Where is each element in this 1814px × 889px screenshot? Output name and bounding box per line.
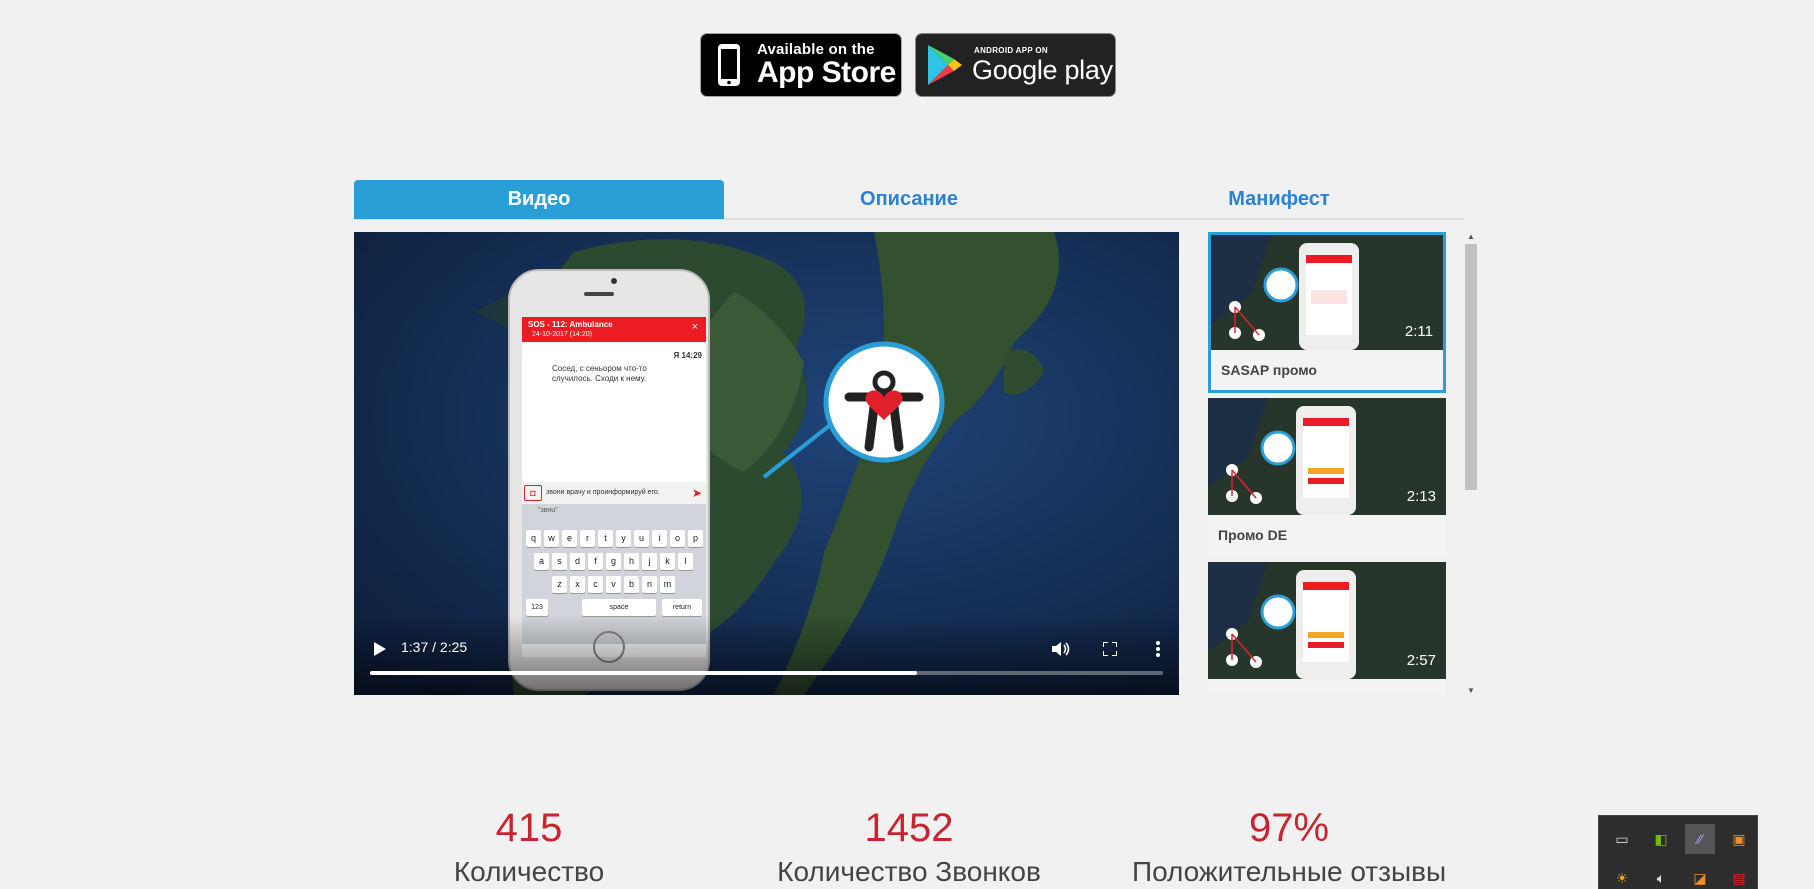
tab-description[interactable]: Описание bbox=[724, 180, 1094, 219]
phone-screen: SOS - 112: Ambulance 24-10-2017 (14:20) … bbox=[522, 317, 706, 657]
phone-key: h bbox=[624, 553, 639, 570]
weather-icon[interactable]: ☀ bbox=[1607, 863, 1637, 889]
video-time: 1:37 / 2:25 bbox=[401, 639, 468, 655]
phone-camera-icon: ◘ bbox=[524, 485, 542, 501]
play-triangle-icon bbox=[916, 43, 972, 87]
google-play-big-text: Google play bbox=[972, 54, 1113, 85]
app-store-big-text: App Store bbox=[757, 56, 896, 89]
video-progress-fill bbox=[370, 671, 918, 675]
phone-key: q bbox=[526, 530, 541, 547]
pen-icon[interactable]: ⁄⁄ bbox=[1685, 824, 1715, 854]
stat-label: Количество Звонков bbox=[777, 856, 1041, 887]
phone-msg-time: 14:29 bbox=[681, 351, 702, 360]
nvidia-icon[interactable]: ◧ bbox=[1646, 824, 1676, 854]
phone-key: v bbox=[606, 576, 621, 593]
video-playlist: 2:11 SASAP промо 2:13 Промо DE 2:57 bbox=[1208, 232, 1446, 695]
phone-key: return bbox=[662, 599, 702, 616]
apple-icon bbox=[701, 43, 757, 87]
phone-key: w bbox=[544, 530, 559, 547]
stat-count: 415 Количество bbox=[349, 808, 709, 888]
stat-calls: 1452 Количество Звонков bbox=[729, 808, 1089, 888]
playlist-thumbnail: 2:13 bbox=[1208, 398, 1446, 515]
phone-close-icon: × bbox=[691, 321, 698, 333]
phone-key: p bbox=[688, 530, 703, 547]
phone-message: Сосед, с сеньором что-то случилось. Сход… bbox=[552, 364, 647, 384]
phone-key: z bbox=[552, 576, 567, 593]
page: Available on the App Store ANDROID APP O… bbox=[0, 0, 1814, 889]
phone-key: c bbox=[588, 576, 603, 593]
phone-key: t bbox=[598, 530, 613, 547]
phone-msg-meta: Я 14:29 bbox=[674, 351, 702, 360]
stat-label: Положительные отзывы bbox=[1131, 856, 1447, 887]
playlist-duration: 2:11 bbox=[1404, 323, 1433, 340]
phone-sender: Я bbox=[673, 351, 680, 360]
phone-header: SOS - 112: Ambulance bbox=[528, 320, 613, 329]
phone-key: a bbox=[534, 553, 549, 570]
stat-value: 1452 bbox=[864, 806, 954, 850]
phone-key: m bbox=[660, 576, 675, 593]
phone-key: x bbox=[570, 576, 585, 593]
phone-key: d bbox=[570, 553, 585, 570]
security-icon[interactable]: ▤ bbox=[1724, 863, 1754, 889]
playlist-item[interactable]: 2:11 SASAP промо bbox=[1208, 232, 1446, 393]
phone-key: s bbox=[552, 553, 567, 570]
google-play-small-text: ANDROID APP ON bbox=[974, 45, 1048, 55]
phone-key: l bbox=[678, 553, 693, 570]
phone-key: y bbox=[616, 530, 631, 547]
playlist-thumbnail: 2:57 bbox=[1208, 562, 1446, 679]
phone-suggestion: "звнu" bbox=[538, 507, 558, 514]
system-tray: ▭ ◧ ⁄⁄ ▣ ☀ 🔈︎ ◪ ▤ bbox=[1598, 815, 1758, 889]
playlist-title: Промо DE bbox=[1208, 515, 1446, 555]
speaker-icon[interactable]: 🔈︎ bbox=[1646, 863, 1676, 889]
network-icon[interactable]: ◪ bbox=[1685, 863, 1715, 889]
app-store-small-text: Available on the bbox=[757, 41, 875, 58]
fullscreen-icon[interactable] bbox=[1098, 637, 1122, 661]
play-icon[interactable] bbox=[368, 637, 392, 661]
phone-input: звони врачу и проинформируй его. bbox=[546, 489, 660, 496]
playlist-scrollbar[interactable]: ▲ ▼ bbox=[1464, 232, 1478, 695]
volume-icon[interactable] bbox=[1049, 637, 1073, 661]
scroll-down-icon[interactable]: ▼ bbox=[1467, 686, 1475, 695]
video-controls: 1:37 / 2:25 bbox=[354, 615, 1179, 695]
phone-key: o bbox=[670, 530, 685, 547]
phone-key: space bbox=[582, 599, 656, 616]
phone-key: r bbox=[580, 530, 595, 547]
phone-key: f bbox=[588, 553, 603, 570]
phone-key: n bbox=[642, 576, 657, 593]
playlist-duration: 2:57 bbox=[1406, 652, 1436, 669]
playlist-title: SASAP промо bbox=[1211, 350, 1443, 390]
phone-key: i bbox=[652, 530, 667, 547]
playlist-duration: 2:13 bbox=[1406, 488, 1436, 505]
phone-key: b bbox=[624, 576, 639, 593]
phone-key: 123 bbox=[526, 599, 548, 616]
more-options-icon[interactable] bbox=[1146, 637, 1170, 661]
phone-key: j bbox=[642, 553, 657, 570]
stat-reviews: 97% Положительные отзывы bbox=[1109, 808, 1469, 888]
phone-key: k bbox=[660, 553, 675, 570]
playlist-title bbox=[1208, 679, 1446, 695]
phone-key: g bbox=[606, 553, 621, 570]
display-icon[interactable]: ▭ bbox=[1607, 824, 1637, 854]
stat-value: 415 bbox=[495, 806, 563, 850]
phone-key: e bbox=[562, 530, 577, 547]
video-progress-bar[interactable] bbox=[370, 671, 1163, 675]
playlist-item[interactable]: 2:13 Промо DE bbox=[1208, 398, 1446, 555]
app-store-badge[interactable]: Available on the App Store bbox=[700, 33, 902, 97]
playlist-item[interactable]: 2:57 bbox=[1208, 562, 1446, 695]
stat-label: Количество bbox=[453, 856, 605, 887]
video-player[interactable]: SOS - 112: Ambulance 24-10-2017 (14:20) … bbox=[354, 232, 1179, 695]
google-play-badge[interactable]: ANDROID APP ON Google play bbox=[915, 33, 1116, 97]
tab-video[interactable]: Видео bbox=[354, 180, 724, 219]
scrollbar-thumb[interactable] bbox=[1465, 244, 1477, 490]
phone-send-icon: ➤ bbox=[691, 486, 702, 500]
app-icon[interactable]: ▣ bbox=[1724, 824, 1754, 854]
scroll-up-icon[interactable]: ▲ bbox=[1467, 232, 1475, 241]
stat-value: 97% bbox=[1248, 806, 1330, 850]
phone-date: 24-10-2017 (14:20) bbox=[532, 331, 592, 338]
playlist-thumbnail: 2:11 bbox=[1211, 235, 1443, 350]
phone-key: u bbox=[634, 530, 649, 547]
content-tabs: Видео Описание Манифест bbox=[354, 180, 1464, 220]
tab-manifest[interactable]: Манифест bbox=[1094, 180, 1464, 219]
